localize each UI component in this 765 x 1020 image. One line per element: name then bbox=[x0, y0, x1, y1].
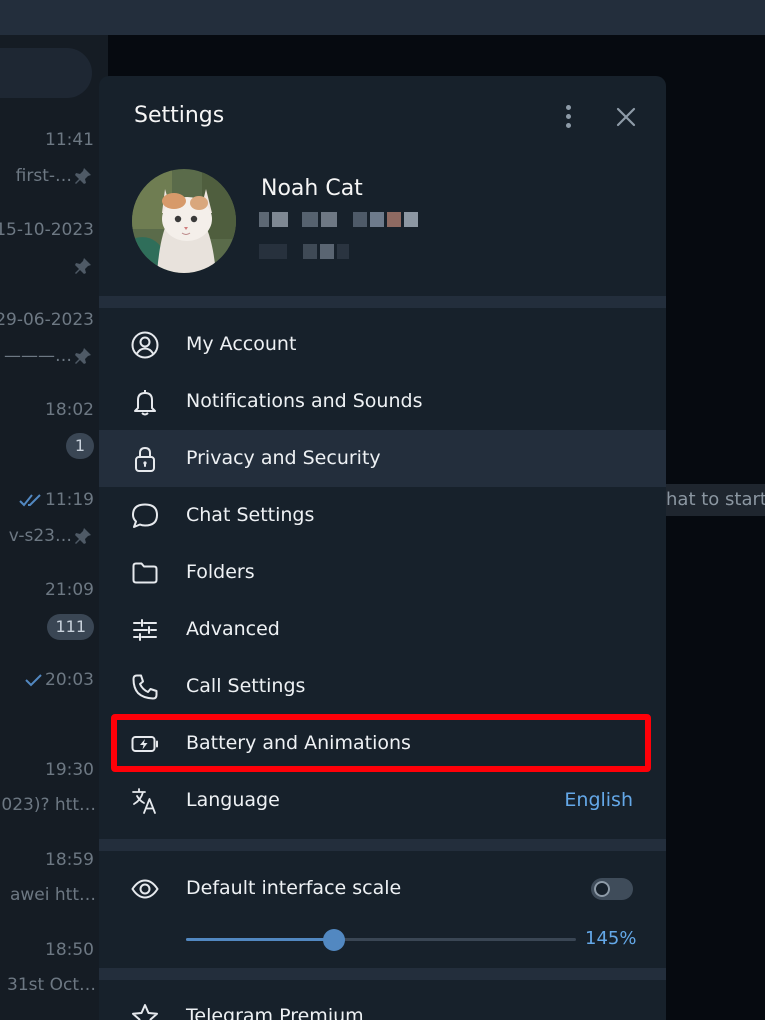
menu-item-label: Privacy and Security bbox=[186, 447, 381, 469]
phone-icon bbox=[132, 674, 158, 700]
chat-time: 15-10-2023 bbox=[0, 220, 94, 240]
menu-item-my-account[interactable]: My Account bbox=[99, 316, 666, 373]
more-options-icon[interactable] bbox=[554, 101, 582, 131]
chat-time: 21:09 bbox=[45, 580, 94, 600]
slider-thumb[interactable] bbox=[323, 929, 346, 951]
profile-name: Noah Cat bbox=[261, 176, 363, 201]
sliders-icon bbox=[133, 619, 157, 641]
interface-scale-slider[interactable] bbox=[186, 929, 576, 951]
lock-icon bbox=[135, 446, 155, 472]
folder-icon bbox=[132, 562, 158, 584]
chat-time-text: 11:19 bbox=[45, 490, 94, 510]
check-icon bbox=[25, 674, 42, 687]
chat-time: 18:59 bbox=[45, 850, 94, 870]
highlight-box bbox=[111, 714, 651, 772]
menu-item-notifications[interactable]: Notifications and Sounds bbox=[99, 373, 666, 430]
menu-item-label: Language bbox=[186, 789, 280, 811]
avatar[interactable] bbox=[132, 169, 236, 273]
panel-title: Settings bbox=[134, 103, 225, 128]
interface-scale-toggle[interactable] bbox=[591, 878, 633, 900]
toggle-knob bbox=[594, 881, 610, 897]
pin-icon bbox=[75, 348, 91, 364]
chat-preview: awei htt… bbox=[9, 885, 96, 905]
chat-bubble-icon bbox=[132, 503, 158, 528]
chat-preview: first-… bbox=[15, 166, 72, 186]
chat-time-text: 20:03 bbox=[45, 670, 94, 690]
interface-scale-row[interactable]: Default interface scale bbox=[99, 860, 666, 917]
double-check-icon bbox=[19, 494, 41, 507]
user-circle-icon bbox=[131, 331, 159, 359]
menu-item-label: My Account bbox=[186, 333, 297, 355]
slider-fill bbox=[186, 938, 335, 941]
telegram-window: 11:41 first-… 15-10-2023 29-06-2023 ———…… bbox=[0, 0, 765, 1020]
menu-item-premium[interactable]: Telegram Premium bbox=[99, 988, 666, 1020]
chat-time: 18:50 bbox=[45, 940, 94, 960]
section-divider bbox=[99, 296, 666, 308]
bell-icon bbox=[134, 390, 156, 416]
menu-item-label: Chat Settings bbox=[186, 504, 315, 526]
menu-item-advanced[interactable]: Advanced bbox=[99, 601, 666, 658]
pin-icon bbox=[75, 258, 91, 274]
interface-scale-label: Default interface scale bbox=[186, 877, 402, 899]
menu-item-label: Folders bbox=[186, 561, 255, 583]
pin-icon bbox=[75, 528, 91, 544]
menu-item-call-settings[interactable]: Call Settings bbox=[99, 658, 666, 715]
menu-item-folders[interactable]: Folders bbox=[99, 544, 666, 601]
chat-time: 20:03 bbox=[25, 670, 94, 690]
settings-panel: Settings Noah Cat My Account Notificatio… bbox=[99, 76, 666, 1020]
interface-scale-value: 145% bbox=[585, 928, 637, 949]
select-chat-hint: hat to start bbox=[650, 484, 765, 516]
unread-badge: 1 bbox=[66, 433, 94, 459]
chat-time: 11:19 bbox=[19, 490, 94, 510]
chat-preview: ———… bbox=[4, 346, 72, 366]
menu-item-chat-settings[interactable]: Chat Settings bbox=[99, 487, 666, 544]
translate-icon bbox=[132, 788, 156, 814]
phone-number-redacted bbox=[259, 212, 418, 227]
chat-preview: v-s23… bbox=[8, 526, 72, 546]
search-input[interactable] bbox=[0, 48, 92, 98]
chat-time: 11:41 bbox=[45, 130, 94, 150]
close-icon[interactable] bbox=[611, 102, 641, 132]
pin-icon bbox=[75, 168, 91, 184]
username-redacted bbox=[259, 244, 349, 259]
language-value: English bbox=[564, 789, 633, 811]
menu-item-language[interactable]: Language English bbox=[99, 772, 666, 829]
menu-item-privacy[interactable]: Privacy and Security bbox=[99, 430, 666, 487]
eye-icon bbox=[131, 879, 159, 899]
chat-list: 11:41 first-… 15-10-2023 29-06-2023 ———…… bbox=[0, 35, 108, 1020]
title-bar bbox=[0, 0, 765, 35]
menu-item-label: Telegram Premium bbox=[186, 1005, 364, 1020]
chat-preview: 31st Oct… bbox=[7, 975, 96, 995]
menu-item-label: Notifications and Sounds bbox=[186, 390, 423, 412]
section-divider bbox=[99, 839, 666, 851]
chat-time: 18:02 bbox=[45, 400, 94, 420]
star-icon bbox=[132, 1004, 158, 1020]
unread-badge: 111 bbox=[47, 614, 94, 640]
chat-time: 19:30 bbox=[45, 760, 94, 780]
chat-time: 29-06-2023 bbox=[0, 310, 94, 330]
section-divider bbox=[99, 968, 666, 980]
menu-item-label: Advanced bbox=[186, 618, 280, 640]
chat-preview: 023)? htt… bbox=[1, 795, 96, 815]
menu-item-label: Call Settings bbox=[186, 675, 306, 697]
